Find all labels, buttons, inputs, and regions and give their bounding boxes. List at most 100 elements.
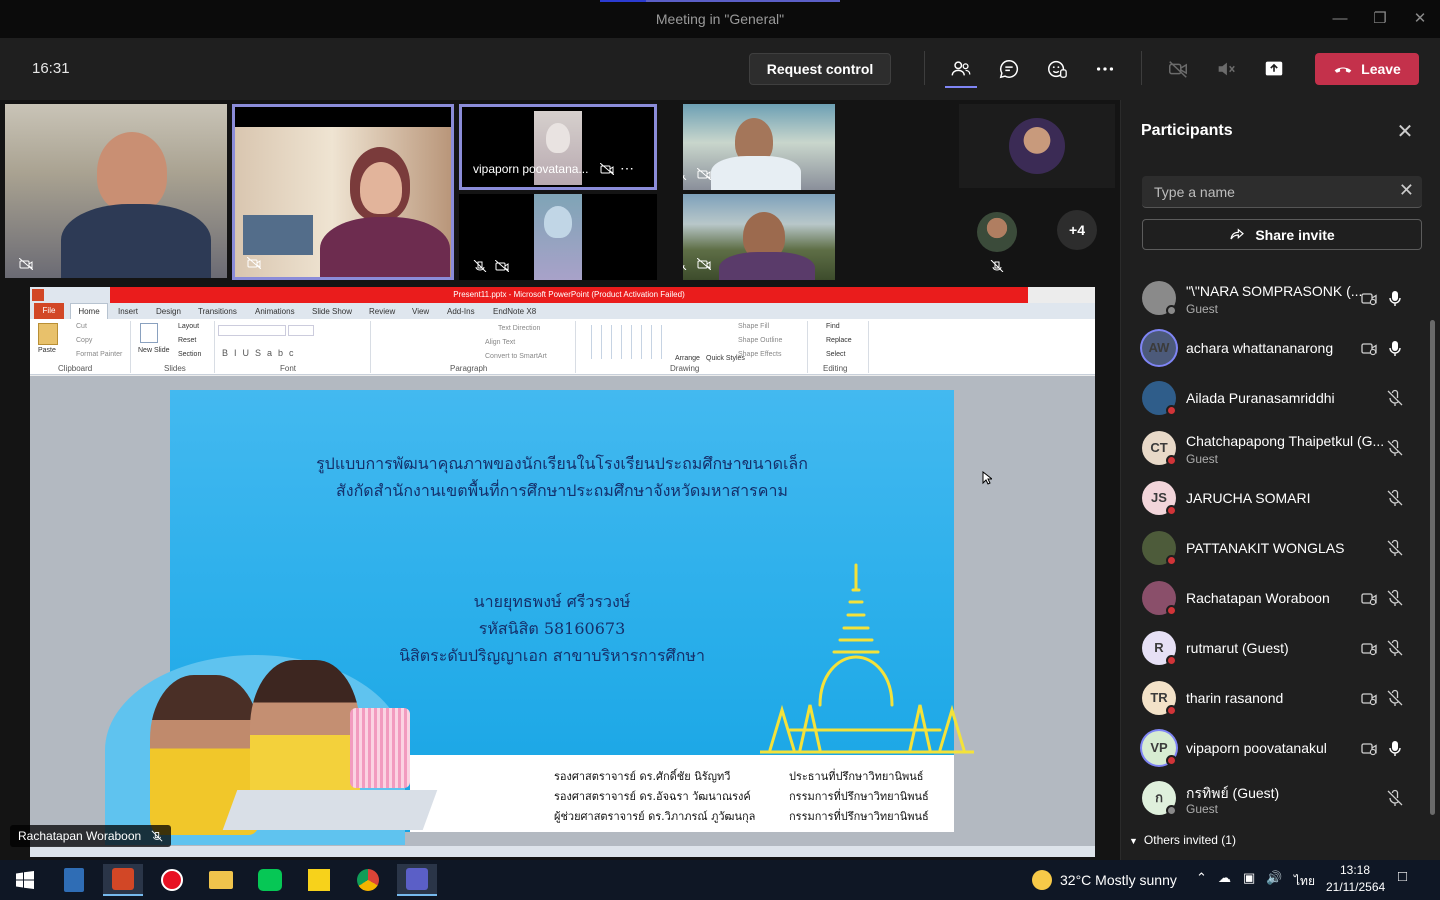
input-language[interactable]: ไทย — [1294, 872, 1315, 891]
more-participants-badge[interactable]: +4 — [1057, 210, 1097, 250]
tab-endnote[interactable]: EndNote X8 — [493, 307, 536, 316]
reactions-button[interactable] — [1041, 53, 1073, 85]
camera-off-icon — [19, 258, 33, 270]
cut-button[interactable]: Cut — [76, 323, 87, 330]
convert-smartart-button[interactable]: Convert to SmartArt — [485, 353, 547, 360]
shape-effects-button[interactable]: Shape Effects — [738, 351, 781, 358]
video-tile[interactable]: vipaporn poovatana... ⋯ — [459, 104, 657, 190]
select-button[interactable]: Select — [826, 351, 845, 358]
volume-icon[interactable]: 🔊 — [1266, 870, 1282, 886]
tab-insert[interactable]: Insert — [118, 307, 138, 316]
tab-animations[interactable]: Animations — [255, 307, 295, 316]
replace-button[interactable]: Replace — [826, 337, 852, 344]
weather-icon[interactable] — [1032, 870, 1052, 890]
network-icon[interactable]: ▣ — [1243, 870, 1255, 886]
taskbar-chrome[interactable] — [348, 864, 388, 896]
overflow-participants: +4 — [860, 100, 1120, 285]
start-button[interactable] — [5, 864, 45, 896]
tab-slide-show[interactable]: Slide Show — [312, 307, 352, 316]
presence-status-icon — [1166, 605, 1177, 616]
participant-row[interactable]: JS JARUCHA SOMARI — [1121, 473, 1433, 523]
chat-button[interactable] — [993, 53, 1025, 85]
tab-home[interactable]: Home — [70, 303, 108, 319]
clear-search-icon[interactable]: ✕ — [1399, 180, 1414, 201]
layout-button[interactable]: Layout — [178, 323, 199, 330]
avatar: AW — [1142, 331, 1176, 365]
participant-row[interactable]: Rrutmarut (Guest) — [1121, 623, 1433, 673]
taskbar-powerpoint[interactable] — [103, 864, 143, 896]
avatar[interactable] — [977, 212, 1017, 252]
share-content-button[interactable] — [1258, 53, 1290, 85]
participant-row[interactable]: PATTANAKIT WONGLAS — [1121, 523, 1433, 573]
group-drawing: Drawing — [670, 364, 700, 373]
participant-row[interactable]: AW achara whattananarong — [1121, 323, 1433, 373]
slide-editor-canvas[interactable]: รูปแบบการพัฒนาคุณภาพของนักเรียนในโรงเรีย… — [30, 376, 1095, 846]
others-invited-toggle[interactable]: ▼ Others invited (1) — [1129, 833, 1236, 847]
minimize-button[interactable]: — — [1328, 8, 1352, 30]
leave-button[interactable]: Leave — [1315, 53, 1419, 85]
request-control-button[interactable]: Request control — [749, 53, 891, 85]
tab-view[interactable]: View — [412, 307, 429, 316]
video-tile[interactable] — [683, 194, 835, 280]
align-text-button[interactable]: Align Text — [485, 339, 515, 346]
participant-row[interactable]: "\"NARA SOMPRASONK (... Guest — [1121, 273, 1433, 323]
arrange-button[interactable]: Arrange — [675, 355, 700, 362]
participant-search[interactable]: ✕ — [1142, 176, 1422, 208]
camera-toggle-button[interactable] — [1162, 53, 1194, 85]
more-actions-button[interactable] — [1089, 53, 1121, 85]
mic-off-icon — [990, 260, 1004, 272]
tab-review[interactable]: Review — [369, 307, 395, 316]
tab-file[interactable]: File — [34, 303, 64, 319]
copy-button[interactable]: Copy — [76, 337, 92, 344]
participant-row[interactable]: TR tharin rasanond — [1121, 673, 1433, 723]
shapes-gallery[interactable] — [582, 325, 662, 359]
taskbar-file-explorer[interactable] — [201, 864, 241, 896]
participants-button[interactable] — [945, 53, 977, 85]
video-tile[interactable] — [959, 104, 1115, 188]
participant-row[interactable]: Ailada Puranasamriddhi — [1121, 373, 1433, 423]
shape-fill-button[interactable]: Shape Fill — [738, 323, 769, 330]
reset-button[interactable]: Reset — [178, 337, 196, 344]
paste-button[interactable]: Paste — [38, 347, 56, 354]
close-panel-button[interactable]: ✕ — [1393, 120, 1417, 144]
tab-add-ins[interactable]: Add-Ins — [447, 307, 475, 316]
tray-overflow-icon[interactable]: ⌃ — [1196, 870, 1207, 886]
onedrive-icon[interactable]: ☁ — [1218, 870, 1231, 886]
font-size-select[interactable] — [288, 325, 314, 336]
new-slide-button[interactable]: New Slide — [138, 347, 170, 354]
taskbar-date[interactable]: 21/11/2564 — [1326, 880, 1385, 894]
maximize-button[interactable]: ❐ — [1368, 8, 1392, 30]
taskbar-sticky-notes[interactable] — [299, 864, 339, 896]
video-tile[interactable] — [5, 104, 227, 278]
participant-row[interactable]: กกรทิพย์ (Guest) Guest — [1121, 773, 1433, 823]
taskbar-time[interactable]: 13:18 — [1340, 863, 1370, 877]
participant-row[interactable]: Rachatapan Woraboon — [1121, 573, 1433, 623]
find-button[interactable]: Find — [826, 323, 840, 330]
panel-scrollbar[interactable] — [1430, 320, 1435, 815]
participant-row[interactable]: CT Chatchapapong Thaipetkul (G... Guest — [1121, 423, 1433, 473]
mute-toggle-button[interactable] — [1210, 53, 1242, 85]
format-painter-button[interactable]: Format Painter — [76, 351, 122, 358]
participant-row[interactable]: VP vipaporn poovatanakul — [1121, 723, 1433, 773]
shape-outline-button[interactable]: Shape Outline — [738, 337, 782, 344]
text-direction-button[interactable]: Text Direction — [498, 325, 540, 332]
video-tile[interactable] — [459, 194, 657, 280]
taskbar-teams[interactable] — [397, 864, 437, 896]
taskbar-line[interactable] — [250, 864, 290, 896]
participant-search-input[interactable] — [1154, 182, 1384, 202]
tab-transitions[interactable]: Transitions — [198, 307, 237, 316]
section-button[interactable]: Section — [178, 351, 201, 358]
taskbar-calculator[interactable] — [54, 864, 94, 896]
share-invite-button[interactable]: Share invite — [1142, 219, 1422, 250]
font-format-buttons[interactable]: BIUSabc — [222, 348, 300, 358]
taskbar-media-player[interactable] — [152, 864, 192, 896]
tab-design[interactable]: Design — [156, 307, 181, 316]
weather-text[interactable]: 32°C Mostly sunny — [1060, 872, 1177, 888]
font-name-select[interactable] — [218, 325, 286, 336]
slide[interactable]: รูปแบบการพัฒนาคุณภาพของนักเรียนในโรงเรีย… — [105, 390, 974, 845]
notifications-icon[interactable]: □ — [1398, 868, 1407, 885]
tile-more-icon[interactable]: ⋯ — [620, 160, 634, 177]
video-tile[interactable] — [683, 104, 835, 190]
close-window-button[interactable]: ✕ — [1408, 8, 1432, 30]
video-tile[interactable] — [232, 104, 454, 280]
